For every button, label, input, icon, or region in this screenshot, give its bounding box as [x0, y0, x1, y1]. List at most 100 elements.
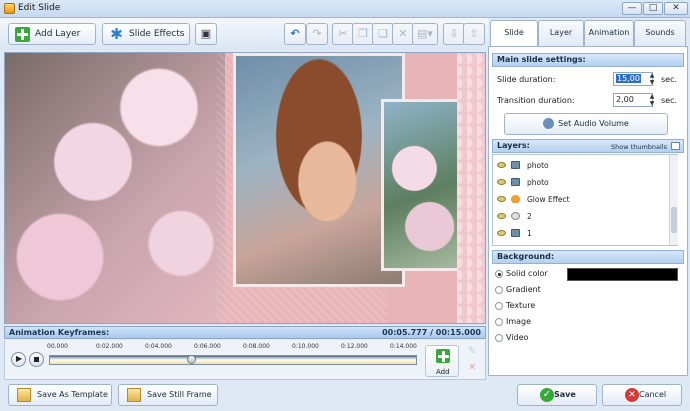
layers-header: Layers: Show thumbnails [492, 139, 684, 153]
delete-button[interactable]: ✕ [392, 23, 414, 45]
layer-name: 1 [527, 229, 532, 238]
copy-icon: ❐ [358, 27, 368, 40]
background-radio[interactable] [495, 270, 503, 278]
tab-sounds[interactable]: Sounds [634, 20, 686, 46]
circle-icon [511, 212, 520, 220]
redo-button[interactable]: ↷ [306, 23, 328, 45]
slide-duration-spinner[interactable]: ▲ ▼ [648, 72, 656, 86]
align-dropdown[interactable]: ▤▾ [412, 23, 438, 45]
background-radio[interactable] [495, 318, 503, 326]
thumbnails-icon[interactable] [671, 142, 680, 150]
keyframes-header: Animation Keyframes: 00:05.777 / 00:15.0… [4, 326, 486, 339]
background-radio[interactable] [495, 302, 503, 310]
layer-row[interactable]: photo [493, 174, 669, 191]
add-keyframe-button[interactable]: Add [425, 345, 459, 377]
portrait-photo-layer[interactable] [233, 53, 405, 287]
undo-icon: ↶ [290, 27, 300, 40]
slide-duration-value: 15,00 [616, 74, 641, 83]
show-thumbnails-label[interactable]: Show thumbnails [611, 141, 667, 153]
background-color-swatch[interactable] [567, 268, 678, 281]
tab-layer[interactable]: Layer [538, 20, 584, 46]
eye-icon[interactable] [497, 196, 506, 202]
slide-effects-label: Slide Effects [129, 29, 185, 39]
photo-icon [511, 178, 520, 186]
delete-keyframe-icon[interactable]: ✕ [468, 362, 476, 373]
layer-row[interactable]: 1 [493, 225, 669, 242]
window-title: Edit Slide [18, 3, 61, 13]
cut-button[interactable]: ✂ [332, 23, 354, 45]
transition-duration-spinner[interactable]: ▲ ▼ [648, 93, 656, 107]
save-as-template-button[interactable]: Save As Template [8, 384, 112, 406]
layer-name: photo [527, 161, 549, 170]
tab-slide[interactable]: Slide [490, 20, 538, 47]
eye-icon[interactable] [497, 179, 506, 185]
layer-row[interactable]: 2 [493, 208, 669, 225]
timeline-tick-label: 0:14.000 [390, 343, 417, 350]
add-keyframe-label: Add [436, 368, 450, 376]
camera-icon: ▣ [200, 27, 212, 40]
background-option-label[interactable]: Solid color [506, 269, 548, 278]
plus-icon [15, 27, 30, 42]
playhead[interactable] [186, 355, 196, 364]
layers-scroll-thumb[interactable] [671, 207, 677, 233]
stop-icon [34, 357, 39, 362]
layer-name: 2 [527, 212, 532, 221]
cancel-button[interactable]: ✕ Cancel [602, 384, 682, 406]
edit-keyframe-icon[interactable]: ✎ [468, 346, 476, 357]
eye-icon[interactable] [497, 230, 506, 236]
stop-button[interactable] [29, 352, 44, 367]
main-settings-header: Main slide settings: [492, 53, 684, 67]
move-down-icon: ⇩ [449, 27, 459, 40]
settings-tabs: Slide Layer Animation Sounds [488, 20, 688, 47]
background-radio[interactable] [495, 286, 503, 294]
close-button[interactable]: ✕ [664, 2, 688, 15]
background-option-label[interactable]: Gradient [506, 285, 541, 294]
copy-button[interactable]: ❐ [352, 23, 374, 45]
save-still-frame-button[interactable]: Save Still Frame [118, 384, 218, 406]
set-audio-volume-button[interactable]: Set Audio Volume [504, 113, 668, 135]
move-down-button[interactable]: ⇩ [443, 23, 465, 45]
timeline-track[interactable] [49, 355, 417, 365]
move-up-button[interactable]: ⇧ [463, 23, 485, 45]
eye-icon[interactable] [497, 162, 506, 168]
delete-icon: ✕ [398, 27, 408, 40]
background-option-label[interactable]: Image [506, 317, 531, 326]
transition-duration-input[interactable]: 2,00 [613, 93, 653, 107]
save-button[interactable]: ✓ Save [517, 384, 597, 406]
scallop-border [457, 53, 485, 323]
eye-icon[interactable] [497, 213, 506, 219]
save-label: Save [554, 390, 576, 399]
layer-row[interactable]: photo [493, 157, 669, 174]
slide-canvas[interactable] [4, 52, 486, 324]
background-radio[interactable] [495, 334, 503, 342]
background-option-label[interactable]: Video [506, 333, 528, 342]
layer-row[interactable]: Glow Effect [493, 191, 669, 208]
timeline-tick-label: 00.000 [47, 343, 68, 350]
camera-button[interactable]: ▣ [195, 23, 217, 45]
photo-icon [511, 161, 520, 169]
slide-duration-input[interactable]: 15,00 [613, 72, 653, 86]
side-photo-layer[interactable] [381, 99, 463, 271]
minimize-button[interactable]: — [622, 2, 642, 15]
paste-button[interactable]: ❏ [372, 23, 394, 45]
plus-icon [436, 349, 450, 363]
tab-animation[interactable]: Animation [584, 20, 634, 46]
save-as-template-label: Save As Template [37, 390, 108, 399]
play-icon: ▶ [16, 354, 23, 363]
timeline-tick-label: 0:10.000 [292, 343, 319, 350]
align-icon: ▤▾ [417, 27, 433, 40]
layer-name: Glow Effect [527, 195, 570, 204]
add-layer-button[interactable]: Add Layer [8, 23, 96, 45]
timeline-tick-label: 0:02.000 [96, 343, 123, 350]
timeline-tick-label: 0:06.000 [194, 343, 221, 350]
blossom-photo-layer[interactable] [5, 53, 225, 323]
frame-icon [127, 388, 141, 402]
background-option-label[interactable]: Texture [506, 301, 535, 310]
maximize-button[interactable]: □ [643, 2, 663, 15]
play-button[interactable]: ▶ [11, 352, 26, 367]
layers-scrollbar[interactable] [669, 155, 678, 245]
undo-button[interactable]: ↶ [284, 23, 306, 45]
layer-name: photo [527, 178, 549, 187]
slide-effects-button[interactable]: ✱ Slide Effects [102, 23, 190, 45]
cancel-label: Cancel [639, 390, 667, 399]
